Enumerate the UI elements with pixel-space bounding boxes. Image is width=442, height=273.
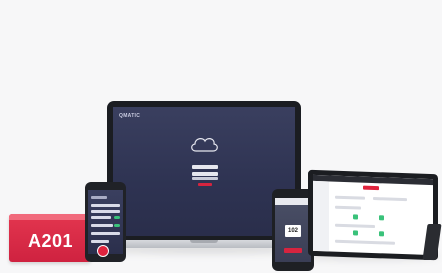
phone-left bbox=[85, 182, 126, 262]
list-item[interactable] bbox=[91, 210, 120, 213]
top-bar bbox=[313, 174, 433, 186]
cloud-icon bbox=[191, 138, 218, 152]
side-panel bbox=[313, 180, 329, 252]
brand-logo-text: QMATIC bbox=[119, 113, 141, 119]
leave-queue-button[interactable] bbox=[284, 248, 302, 253]
laptop-notch bbox=[190, 240, 218, 243]
list-item[interactable] bbox=[91, 196, 107, 199]
table-cell bbox=[335, 239, 395, 245]
status-indicator bbox=[379, 231, 384, 237]
password-field[interactable] bbox=[192, 172, 218, 176]
username-field[interactable] bbox=[192, 165, 218, 169]
list-item[interactable] bbox=[91, 204, 120, 207]
phone-left-screen bbox=[88, 190, 123, 254]
login-button[interactable] bbox=[198, 183, 212, 186]
laptop-screen: QMATIC bbox=[113, 107, 295, 236]
list-item[interactable] bbox=[91, 216, 111, 219]
badge-strip bbox=[9, 214, 91, 220]
ticket-number: 102 bbox=[285, 225, 301, 237]
list-item[interactable] bbox=[91, 224, 113, 227]
tablet-screen bbox=[313, 174, 433, 256]
counter-badge-label: A201 bbox=[28, 231, 74, 251]
status-indicator bbox=[379, 215, 384, 221]
list-item[interactable] bbox=[91, 240, 109, 243]
tablet bbox=[308, 169, 438, 261]
status-bar bbox=[275, 198, 311, 205]
toggle-switch[interactable] bbox=[114, 224, 120, 227]
device-showcase: QMATIC A201 102 bbox=[0, 0, 442, 273]
list-item[interactable] bbox=[91, 232, 120, 235]
table-cell bbox=[335, 205, 361, 210]
table-cell bbox=[335, 195, 365, 200]
status-indicator bbox=[353, 230, 358, 236]
table-cell bbox=[335, 223, 375, 229]
branch-field[interactable] bbox=[192, 177, 218, 180]
phone-middle-screen: 102 bbox=[275, 198, 311, 262]
record-button[interactable] bbox=[97, 245, 109, 257]
toggle-switch[interactable] bbox=[114, 216, 120, 219]
action-button[interactable] bbox=[363, 185, 379, 191]
status-indicator bbox=[353, 214, 358, 220]
table-cell bbox=[373, 197, 407, 202]
